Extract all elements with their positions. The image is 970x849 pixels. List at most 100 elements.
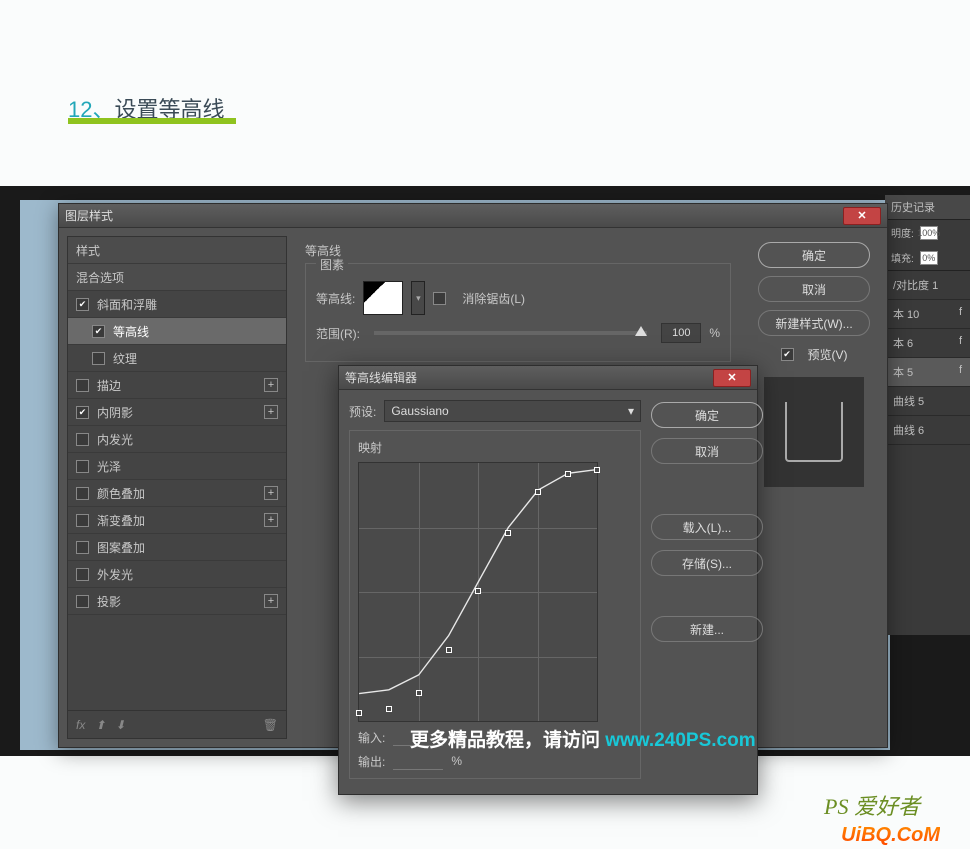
ok-button[interactable]: 确定: [758, 242, 870, 268]
checkbox[interactable]: [76, 595, 89, 608]
chevron-down-icon: ▾: [628, 404, 634, 418]
preset-select[interactable]: Gaussiano ▾: [384, 400, 641, 422]
ok-button[interactable]: 确定: [651, 402, 763, 428]
curve-canvas[interactable]: [358, 462, 598, 722]
heading-underline: [68, 118, 236, 124]
output-value[interactable]: [393, 752, 443, 770]
effect-pattern-overlay[interactable]: 图案叠加: [68, 534, 286, 561]
checkbox[interactable]: [76, 406, 89, 419]
contour-thumbnail[interactable]: [363, 281, 403, 315]
arrow-down-icon[interactable]: ⬇: [115, 718, 125, 732]
preset-label: 预设:: [349, 403, 376, 420]
preview-row: 预览(V): [781, 346, 848, 363]
curve-point[interactable]: [416, 690, 422, 696]
effect-outer-glow[interactable]: 外发光: [68, 561, 286, 588]
checkbox[interactable]: [76, 487, 89, 500]
add-icon[interactable]: +: [264, 378, 278, 392]
antialias-checkbox[interactable]: [433, 292, 446, 305]
curve-point[interactable]: [505, 530, 511, 536]
curve-point[interactable]: [356, 710, 362, 716]
trash-icon[interactable]: 🗑: [263, 718, 278, 732]
checkbox[interactable]: [76, 514, 89, 527]
editor-titlebar[interactable]: 等高线编辑器 ✕: [339, 366, 757, 390]
fill-row: 填充: 0%: [885, 245, 970, 270]
logo-uibq: UiBQ.CoM: [841, 824, 940, 847]
checkbox[interactable]: [76, 433, 89, 446]
logo-ps: PS 爱好者: [824, 789, 920, 821]
effect-gradient-overlay[interactable]: 渐变叠加+: [68, 507, 286, 534]
cancel-button[interactable]: 取消: [758, 276, 870, 302]
preset-value: Gaussiano: [391, 404, 448, 418]
checkbox[interactable]: [76, 541, 89, 554]
curve-point[interactable]: [475, 588, 481, 594]
checkbox[interactable]: [92, 325, 105, 338]
effect-inner-shadow[interactable]: 内阴影+: [68, 399, 286, 426]
editor-left: 预设: Gaussiano ▾ 映射: [349, 400, 641, 779]
effect-texture[interactable]: 纹理: [68, 345, 286, 372]
effects-column: 样式 混合选项 斜面和浮雕 等高线 纹理 描边+ 内阴影+ 内发光 光泽 颜色叠…: [67, 236, 287, 739]
close-button[interactable]: ✕: [713, 369, 751, 387]
add-icon[interactable]: +: [264, 513, 278, 527]
list-item[interactable]: 曲线 6: [885, 416, 970, 445]
new-style-button[interactable]: 新建样式(W)...: [758, 310, 870, 336]
list-item[interactable]: 本 6f: [885, 329, 970, 358]
editor-buttons: 确定 取消 载入(L)... 存储(S)... 新建...: [651, 400, 747, 779]
blend-options[interactable]: 混合选项: [68, 264, 286, 291]
range-input[interactable]: [661, 323, 701, 343]
list-item[interactable]: 本 10f: [885, 300, 970, 329]
section-title: 等高线: [305, 242, 731, 259]
list-item[interactable]: /对比度 1: [885, 271, 970, 300]
effect-drop-shadow[interactable]: 投影+: [68, 588, 286, 615]
curve-point[interactable]: [535, 489, 541, 495]
list-item[interactable]: 曲线 5: [885, 387, 970, 416]
percent-label: %: [709, 326, 720, 340]
checkbox[interactable]: [76, 568, 89, 581]
antialias-label: 消除锯齿(L): [462, 290, 525, 307]
checkbox[interactable]: [76, 298, 89, 311]
output-label: 输出:: [358, 753, 385, 770]
effects-list: 样式 混合选项 斜面和浮雕 等高线 纹理 描边+ 内阴影+ 内发光 光泽 颜色叠…: [67, 236, 287, 711]
range-label: 范围(R):: [316, 325, 360, 342]
effect-contour[interactable]: 等高线: [68, 318, 286, 345]
buttons-column: 确定 取消 新建样式(W)... 预览(V): [749, 236, 879, 739]
arrow-up-icon[interactable]: ⬆: [95, 718, 105, 732]
preview-box: [764, 377, 864, 487]
add-icon[interactable]: +: [264, 405, 278, 419]
add-icon[interactable]: +: [264, 594, 278, 608]
effect-stroke[interactable]: 描边+: [68, 372, 286, 399]
fill-value[interactable]: 0%: [920, 251, 938, 265]
effect-bevel[interactable]: 斜面和浮雕: [68, 291, 286, 318]
dialog-title: 图层样式: [65, 207, 843, 224]
checkbox[interactable]: [76, 379, 89, 392]
curve-point[interactable]: [565, 471, 571, 477]
effect-inner-glow[interactable]: 内发光: [68, 426, 286, 453]
contour-dropdown[interactable]: ▾: [411, 281, 425, 315]
checkbox[interactable]: [92, 352, 105, 365]
effect-color-overlay[interactable]: 颜色叠加+: [68, 480, 286, 507]
curve-point[interactable]: [594, 467, 600, 473]
mapping-label: 映射: [358, 439, 632, 456]
opacity-value[interactable]: 100%: [920, 226, 938, 240]
effect-satin[interactable]: 光泽: [68, 453, 286, 480]
dialog-titlebar[interactable]: 图层样式 ✕: [59, 204, 887, 228]
load-button[interactable]: 载入(L)...: [651, 514, 763, 540]
preview-checkbox[interactable]: [781, 348, 794, 361]
watermark: 更多精品教程，请访问 www.240PS.com: [410, 725, 756, 752]
close-button[interactable]: ✕: [843, 207, 881, 225]
slider-handle[interactable]: [635, 326, 647, 336]
cancel-button[interactable]: 取消: [651, 438, 763, 464]
curve-point[interactable]: [446, 647, 452, 653]
history-header: 历史记录: [885, 195, 970, 220]
contour-label: 等高线:: [316, 290, 355, 307]
save-button[interactable]: 存储(S)...: [651, 550, 763, 576]
preview-shape: [785, 402, 843, 462]
checkbox[interactable]: [76, 460, 89, 473]
fieldset-legend: 图素: [316, 256, 348, 273]
styles-header[interactable]: 样式: [68, 237, 286, 264]
range-slider[interactable]: [374, 331, 647, 335]
fx-label[interactable]: fx: [76, 718, 85, 732]
add-icon[interactable]: +: [264, 486, 278, 500]
new-button[interactable]: 新建...: [651, 616, 763, 642]
curve-point[interactable]: [386, 706, 392, 712]
list-item[interactable]: 本 5f: [885, 358, 970, 387]
